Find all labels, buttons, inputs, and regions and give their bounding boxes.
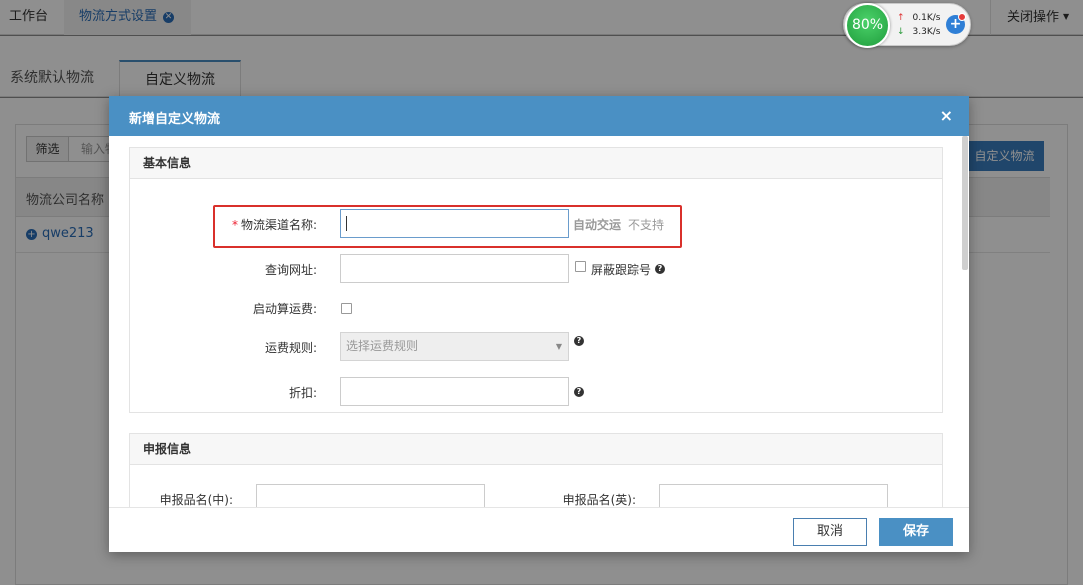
modal-scrollbar[interactable]: [962, 136, 968, 270]
freight-rule-select[interactable]: 选择运费规则 ▼: [340, 332, 569, 361]
hide-tracking-label: 屏蔽跟踪号: [591, 263, 652, 277]
channel-name-input[interactable]: [340, 209, 569, 238]
text-cursor: [346, 216, 347, 231]
upload-speed-value: 0.1K/s: [912, 13, 941, 23]
discount-input[interactable]: [340, 377, 569, 406]
save-button[interactable]: 保存: [879, 518, 953, 546]
start-freight-checkbox[interactable]: [341, 303, 352, 314]
declare-name-cn-label: 申报品名(中):: [159, 493, 233, 507]
auto-submit-status: 不支持: [628, 218, 665, 232]
modal-body[interactable]: 基本信息 * 物流渠道名称: 自动交运 不支持 查询网址: 屏蔽跟踪号 ? 启动算…: [109, 136, 969, 507]
modal-title: 新增自定义物流: [129, 112, 221, 127]
channel-name-label-text: 物流渠道名称:: [240, 218, 317, 232]
hide-tracking-checkbox[interactable]: [575, 261, 586, 272]
question-icon[interactable]: ?: [574, 336, 584, 346]
cancel-button[interactable]: 取消: [793, 518, 867, 546]
auto-submit-label: 自动交运: [573, 218, 622, 232]
declare-name-en-input[interactable]: [659, 484, 888, 507]
add-custom-logistics-modal: 新增自定义物流 × 基本信息 * 物流渠道名称: 自动交运 不支持 查询网址: 屏…: [109, 96, 969, 552]
declaration-section: 申报信息 申报品名(中): 申报品名(英):: [129, 433, 943, 507]
modal-footer: 取消 保存: [109, 507, 969, 552]
basic-info-title: 基本信息: [130, 148, 942, 179]
declaration-title: 申报信息: [130, 434, 942, 465]
memory-usage-circle[interactable]: 80%: [845, 3, 890, 48]
start-freight-label: 启动算运费:: [252, 302, 317, 316]
question-icon[interactable]: ?: [655, 264, 665, 274]
arrow-up-icon: ↑: [897, 13, 905, 23]
discount-label: 折扣:: [288, 386, 317, 400]
query-url-label: 查询网址:: [264, 263, 317, 277]
download-speed: ↓ 3.3K/s: [897, 27, 940, 37]
network-speed-widget[interactable]: 80% ↑ 0.1K/s ↓ 3.3K/s +: [843, 3, 971, 48]
declare-name-en-label: 申报品名(英):: [562, 493, 636, 507]
question-icon[interactable]: ?: [574, 387, 584, 397]
upload-speed: ↑ 0.1K/s: [897, 13, 940, 23]
query-url-input[interactable]: [340, 254, 569, 283]
arrow-down-icon: ↓: [897, 27, 905, 37]
channel-name-label: * 物流渠道名称:: [200, 216, 317, 233]
download-speed-value: 3.3K/s: [912, 27, 941, 37]
chevron-down-icon: ▼: [555, 342, 562, 351]
basic-info-section: 基本信息 * 物流渠道名称: 自动交运 不支持 查询网址: 屏蔽跟踪号 ? 启动算…: [129, 147, 943, 413]
declare-name-cn-input[interactable]: [256, 484, 485, 507]
freight-rule-placeholder: 选择运费规则: [346, 339, 419, 353]
close-icon[interactable]: ×: [940, 107, 953, 125]
notification-dot-icon: [958, 13, 966, 21]
freight-rule-label: 运费规则:: [264, 341, 317, 355]
required-asterisk: *: [231, 218, 238, 232]
modal-header: 新增自定义物流 ×: [109, 96, 969, 136]
